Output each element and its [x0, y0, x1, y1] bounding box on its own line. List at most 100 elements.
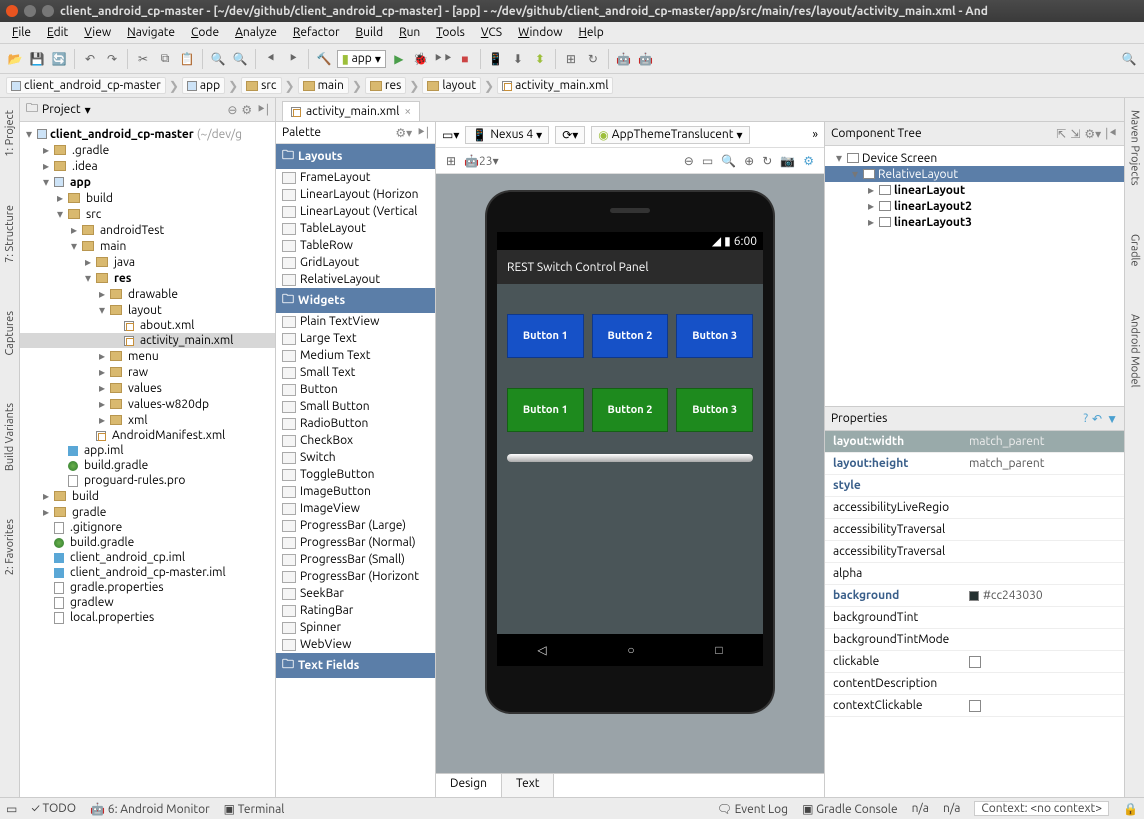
gradle-console-tool[interactable]: ▣ Gradle Console	[802, 802, 898, 816]
device-screen[interactable]: ◢ ▮ 6:00 REST Switch Control Panel Butto…	[497, 232, 763, 666]
palette-item[interactable]: Plain TextView	[276, 313, 435, 330]
structure-icon[interactable]: ⊞	[562, 50, 580, 68]
tree-item[interactable]: ▾ app	[20, 174, 275, 190]
tree-item[interactable]: ▾ res	[20, 270, 275, 286]
menu-window[interactable]: Window	[510, 24, 570, 41]
open-icon[interactable]: 📂	[6, 50, 24, 68]
palette-item[interactable]: ProgressBar (Horizont	[276, 568, 435, 585]
property-row[interactable]: style	[825, 475, 1124, 497]
revert-icon[interactable]: ↶	[1092, 412, 1102, 426]
forward-icon[interactable]: ⯈	[284, 50, 302, 68]
tree-item[interactable]: about.xml	[20, 318, 275, 333]
property-row[interactable]: accessibilityTraversal	[825, 541, 1124, 563]
tree-item[interactable]: client_android_cp.iml	[20, 550, 275, 565]
palette-item[interactable]: LinearLayout (Horizon	[276, 186, 435, 203]
palette-item[interactable]: Spinner	[276, 619, 435, 636]
palette-list[interactable]: 🗀 LayoutsFrameLayoutLinearLayout (Horizo…	[276, 144, 435, 797]
property-row[interactable]: backgroundTint	[825, 607, 1124, 629]
orientation-selector[interactable]: ⟳▾	[555, 126, 585, 144]
property-row[interactable]: clickable	[825, 651, 1124, 673]
menu-tools[interactable]: Tools	[428, 24, 473, 41]
breadcrumb-seg[interactable]: layout	[422, 77, 481, 94]
zoom-actual-icon[interactable]: 🔍	[721, 154, 736, 168]
breadcrumb-seg[interactable]: src	[241, 77, 281, 94]
gear-icon[interactable]: ⚙▾	[395, 126, 412, 140]
more-icon[interactable]: »	[812, 128, 818, 141]
tree-item[interactable]: ▸ java	[20, 254, 275, 270]
sdk-icon[interactable]: ⬇	[509, 50, 527, 68]
component-tree-item[interactable]: ▾ RelativeLayout	[825, 166, 1124, 182]
paste-icon[interactable]: 📋	[178, 50, 196, 68]
sidetab[interactable]: Build Variants	[3, 399, 17, 475]
tree-item[interactable]: app.iml	[20, 443, 275, 458]
property-row[interactable]: accessibilityTraversal	[825, 519, 1124, 541]
palette-item[interactable]: ToggleButton	[276, 466, 435, 483]
save-icon[interactable]: 💾	[28, 50, 46, 68]
tree-item[interactable]: ▸ values-w820dp	[20, 396, 275, 412]
palette-item[interactable]: ImageButton	[276, 483, 435, 500]
component-tree-item[interactable]: ▸ linearLayout3	[825, 214, 1124, 230]
terminal-tool[interactable]: ▣ Terminal	[224, 802, 285, 816]
chevron-down-icon[interactable]: ▾	[85, 103, 91, 117]
tab-design[interactable]: Design	[436, 774, 502, 797]
search-icon[interactable]: 🔍	[1120, 50, 1138, 68]
attach-icon[interactable]: ⯈⯈	[434, 50, 452, 68]
palette-item[interactable]: RadioButton	[276, 415, 435, 432]
breadcrumb-seg[interactable]: app	[182, 77, 225, 94]
canvas-stage[interactable]: ◢ ▮ 6:00 REST Switch Control Panel Butto…	[436, 174, 824, 773]
menu-edit[interactable]: Edit	[39, 24, 76, 41]
palette-group[interactable]: 🗀 Text Fields	[276, 653, 435, 678]
tree-item[interactable]: ▸ drawable	[20, 286, 275, 302]
component-tree[interactable]: ▾ Device Screen▾ RelativeLayout▸ linearL…	[825, 146, 1124, 406]
palette-item[interactable]: ImageView	[276, 500, 435, 517]
sync-icon[interactable]: 🔄	[50, 50, 68, 68]
expand-icon[interactable]: ⇱	[1056, 127, 1066, 141]
menu-build[interactable]: Build	[348, 24, 392, 41]
android-monitor-tool[interactable]: 🤖 6: Android Monitor	[90, 802, 210, 816]
palette-group[interactable]: 🗀 Widgets	[276, 288, 435, 313]
stop-icon[interactable]: ■	[456, 50, 474, 68]
gear-icon[interactable]: ⚙▾	[1084, 127, 1101, 141]
editor-tab[interactable]: activity_main.xml ×	[282, 101, 420, 121]
breadcrumb-seg[interactable]: res	[365, 77, 406, 94]
menu-vcs[interactable]: VCS	[473, 24, 510, 41]
tree-item[interactable]: activity_main.xml	[20, 333, 275, 348]
preview-button[interactable]: Button 2	[592, 388, 669, 432]
palette-item[interactable]: GridLayout	[276, 254, 435, 271]
gear-icon[interactable]: ⚙	[241, 103, 252, 117]
api-selector[interactable]: 🤖23▾	[464, 154, 499, 168]
palette-toggle-icon[interactable]: ⊞	[446, 154, 456, 168]
ddms-icon[interactable]: ⬍	[531, 50, 549, 68]
palette-item[interactable]: Small Text	[276, 364, 435, 381]
recents-icon[interactable]: □	[715, 643, 722, 657]
palette-item[interactable]: Switch	[276, 449, 435, 466]
sidetab[interactable]: Maven Projects	[1128, 106, 1142, 190]
zoom-fit-icon[interactable]: ▭	[702, 154, 713, 168]
tree-item[interactable]: ▸ menu	[20, 348, 275, 364]
zoom-in-icon[interactable]: ⊕	[744, 154, 754, 168]
collapse-panels-icon[interactable]: ▭	[6, 802, 17, 816]
tree-item[interactable]: AndroidManifest.xml	[20, 428, 275, 443]
android1-icon[interactable]: 🤖	[615, 50, 633, 68]
back-icon[interactable]: ⯇	[262, 50, 280, 68]
filter-icon[interactable]: ▼	[1106, 412, 1118, 426]
component-tree-item[interactable]: ▸ linearLayout2	[825, 198, 1124, 214]
properties-list[interactable]: layout:widthmatch_parentlayout:heightmat…	[825, 431, 1124, 797]
palette-item[interactable]: FrameLayout	[276, 169, 435, 186]
tree-item[interactable]: ▸ raw	[20, 364, 275, 380]
palette-item[interactable]: CheckBox	[276, 432, 435, 449]
collapse-icon[interactable]: ⇲	[1070, 127, 1080, 141]
capture-icon[interactable]: 📷	[780, 154, 795, 168]
menu-analyze[interactable]: Analyze	[227, 24, 285, 41]
sidetab[interactable]: Android Model	[1128, 310, 1142, 391]
home-icon[interactable]: ○	[627, 643, 634, 657]
property-row[interactable]: alpha	[825, 563, 1124, 585]
sidetab[interactable]: 2: Favorites	[3, 515, 17, 579]
refresh-icon[interactable]: ↻	[762, 154, 772, 168]
palette-item[interactable]: Medium Text	[276, 347, 435, 364]
property-row[interactable]: contextClickable	[825, 695, 1124, 717]
property-row[interactable]: layout:widthmatch_parent	[825, 431, 1124, 453]
preview-button[interactable]: Button 1	[507, 388, 584, 432]
palette-item[interactable]: WebView	[276, 636, 435, 653]
sidetab[interactable]: 1: Project	[3, 106, 17, 161]
